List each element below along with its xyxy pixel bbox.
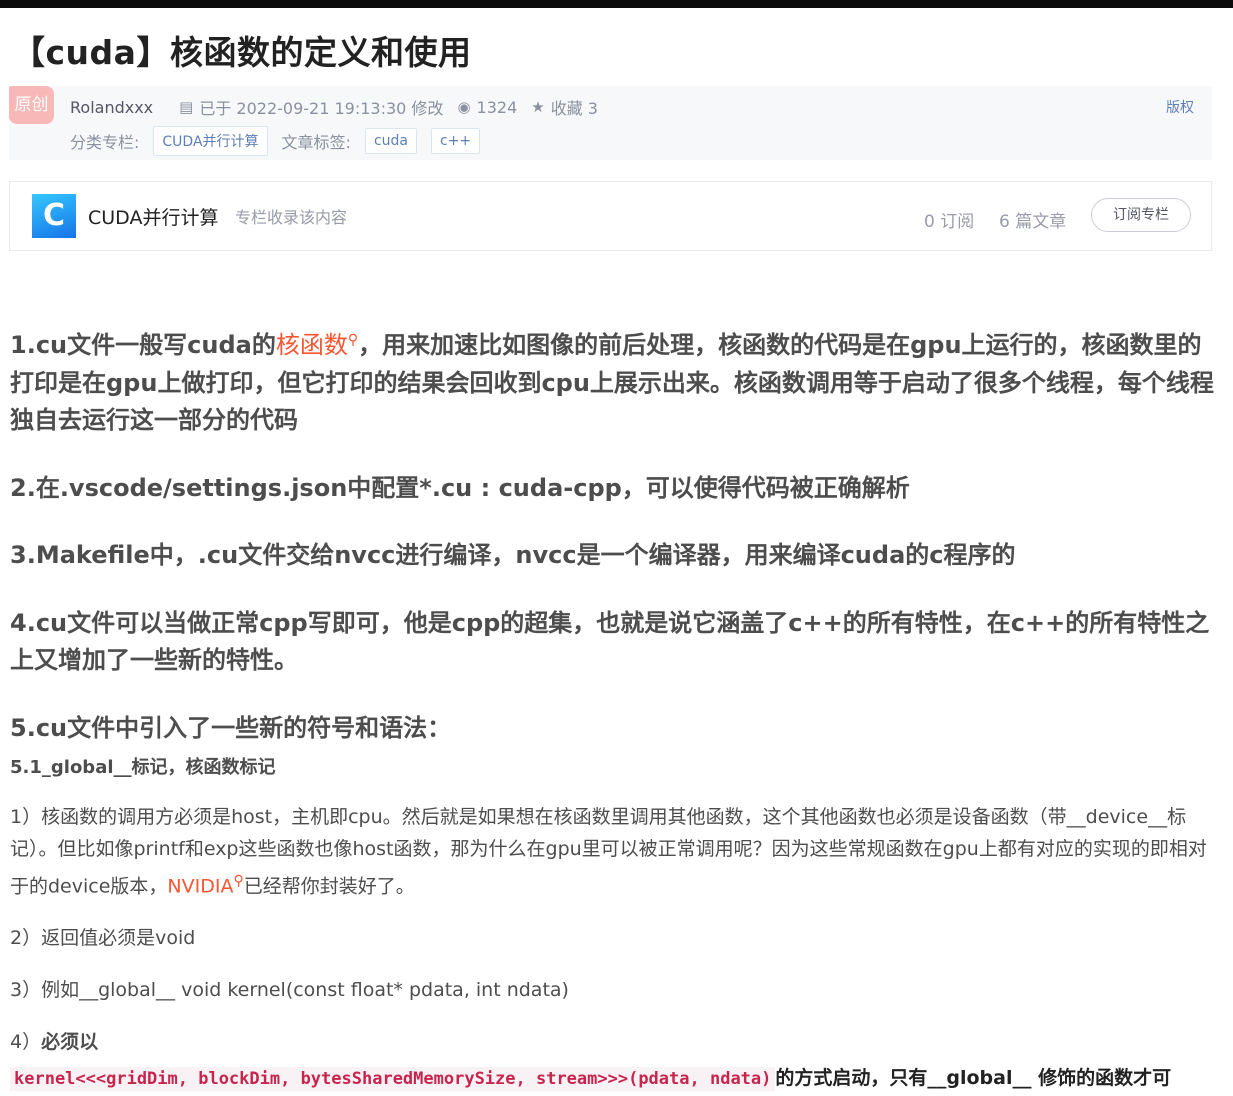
article-body: 1.cu文件一般写cuda的核函数⚲，用来加速比如图像的前后处理，核函数的代码是… [10,322,1220,1095]
column-subscriber-count: 0 订阅 [924,212,975,232]
meta-tags-row: 分类专栏: CUDA并行计算 文章标签: cuda c++ [70,126,494,156]
original-badge: 原创 [9,86,54,124]
list-item-4: 4）必须以 [10,1026,1220,1058]
tags-label: 文章标签: [281,133,351,152]
search-icon: ⚲ [347,332,359,348]
paragraph-1-text: 1.cu文件一般写cuda的 [10,331,276,359]
article-tag[interactable]: cuda [364,128,417,154]
paragraph-1: 1.cu文件一般写cuda的核函数⚲，用来加速比如图像的前后处理，核函数的代码是… [10,322,1220,440]
eye-icon: ◉ [457,98,471,116]
star-icon: ★ [531,98,545,116]
page-title: 【cuda】核函数的定义和使用 [12,33,472,72]
paragraph-4: 4.cu文件可以当做正常cpp写即可，他是cpp的超集，也就是说它涵盖了c++的… [10,608,1210,675]
list-item-3: 3）例如__global__ void kernel(const float* … [10,979,569,1002]
column-card: C CUDA并行计算 专栏收录该内容 0 订阅 6 篇文章 订阅专栏 [9,181,1212,251]
subsection-heading-5-1: 5.1_global__标记，核函数标记 [10,757,276,778]
paragraph-3: 3.Makefile中，.cu文件交给nvcc进行编译，nvcc是一个编译器，用… [10,541,1016,569]
modified-time: 已于 2022-09-21 19:13:30 修改 [199,99,444,118]
nvidia-link[interactable]: NVIDIA [167,875,233,897]
list-item-1-text-rest: 已经帮你封装好了。 [243,875,415,898]
subscribe-column-button[interactable]: 订阅专栏 [1091,198,1191,232]
category-label: 分类专栏: [70,133,140,152]
column-subtitle: 专栏收录该内容 [235,208,348,227]
search-icon: ⚲ [233,873,244,889]
list-item-4-bold: 必须以 [41,1031,99,1054]
column-article-count: 6 篇文章 [999,212,1067,232]
kernel-launch-code: kernel<<<gridDim, blockDim, bytesSharedM… [10,1067,776,1092]
top-bar [0,0,1233,8]
paragraph-2: 2.在.vscode/settings.json中配置*.cu : cuda-c… [10,473,910,502]
list-item-1: 1）核函数的调用方必须是host，主机即cpu。然后就是如果想在核函数里调用其他… [10,801,1220,902]
list-item-2: 2）返回值必须是void [10,927,196,950]
column-logo[interactable]: C [32,194,76,238]
kernel-function-link[interactable]: 核函数 [276,331,348,359]
edit-icon: ▤ [179,98,194,116]
column-name[interactable]: CUDA并行计算 [88,203,218,230]
list-item-4-rest: 的方式启动，只有__global__ 修饰的函数才可 [775,1067,1172,1090]
meta-info-row: Rolandxxx ▤ 已于 2022-09-21 19:13:30 修改 ◉ … [70,95,598,119]
section-heading-5: 5.cu文件中引入了一些新的符号和语法： [10,713,452,742]
favorite-button[interactable]: 收藏 3 [551,95,598,119]
article-tag[interactable]: c++ [431,128,481,154]
author-link[interactable]: Rolandxxx [70,98,153,117]
view-count: 1324 [476,97,518,117]
copyright-link[interactable]: 版权 [1166,97,1194,117]
list-item-4-continuation: kernel<<<gridDim, blockDim, bytesSharedM… [10,1062,1220,1095]
category-tag[interactable]: CUDA并行计算 [153,126,268,156]
list-item-4-prefix: 4） [10,1031,42,1054]
